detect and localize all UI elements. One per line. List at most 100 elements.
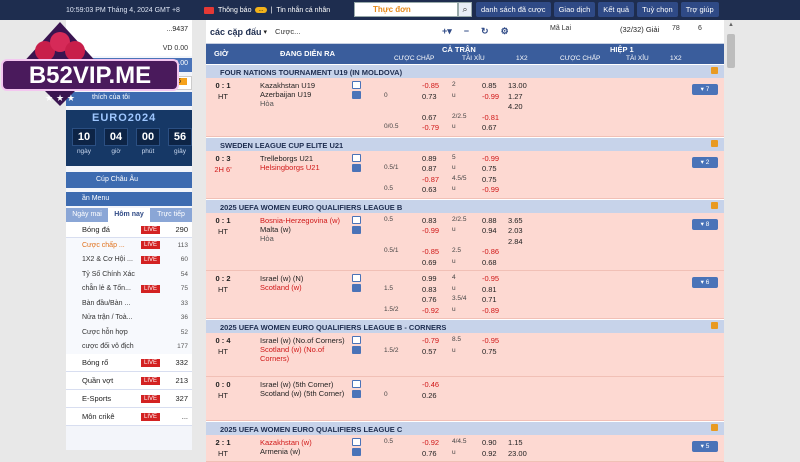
sub-1x2[interactable]: 1X2 & Cơ Hội ... LIVE 60 bbox=[66, 252, 192, 267]
scroll-up-icon[interactable]: ▲ bbox=[728, 22, 734, 28]
tab-live[interactable]: Trực tiếp bbox=[150, 208, 192, 222]
tv-icon[interactable] bbox=[352, 225, 361, 234]
odds-cell[interactable]: -0.99 bbox=[482, 154, 499, 163]
odds-cell[interactable]: -0.92 bbox=[422, 438, 439, 447]
odds-cell[interactable]: 0.75 bbox=[482, 347, 497, 356]
sub-outright[interactable]: cược đối vô địch 177 bbox=[66, 339, 192, 354]
star-icon[interactable] bbox=[711, 67, 718, 74]
sub-parlay[interactable]: Cược hỗn hợp 52 bbox=[66, 325, 192, 340]
star-icon[interactable] bbox=[711, 322, 718, 329]
sport-football[interactable]: Bóng đá LIVE 290 bbox=[66, 222, 192, 238]
tab-today[interactable]: Hôm nay bbox=[108, 208, 150, 222]
notice-link[interactable]: Thông báo ... | Tin nhắn cá nhân bbox=[204, 6, 330, 14]
odds-cell[interactable]: -0.99 bbox=[422, 226, 439, 235]
stats-icon[interactable] bbox=[352, 336, 361, 344]
sport-cricket[interactable]: Môn crikê LIVE... bbox=[66, 408, 192, 426]
odds-cell[interactable]: -0.89 bbox=[482, 306, 499, 315]
odds-cell[interactable]: 0.85 bbox=[482, 81, 497, 90]
menu-search-input[interactable]: Thực đơn bbox=[354, 2, 458, 17]
star-icon[interactable] bbox=[711, 424, 718, 431]
filter-icon[interactable]: ⚙ bbox=[501, 26, 509, 37]
nav-options[interactable]: Tuỳ chọn bbox=[637, 2, 678, 17]
odds-cell[interactable]: -0.85 bbox=[422, 81, 439, 90]
sub-odd-even[interactable]: chẵn lẻ & Tổn... LIVE 75 bbox=[66, 281, 192, 296]
odds-cell[interactable]: 0.71 bbox=[482, 295, 497, 304]
odds-cell[interactable]: 0.83 bbox=[422, 216, 437, 225]
more-markets-button[interactable]: ▾ 7 bbox=[692, 84, 718, 95]
tv-icon[interactable] bbox=[352, 284, 361, 292]
odds-cell[interactable]: -0.46 bbox=[422, 380, 439, 389]
tv-icon[interactable] bbox=[352, 163, 361, 172]
sub-correct-score[interactable]: Tỷ Số Chính Xác 54 bbox=[66, 267, 192, 282]
odds-cell[interactable]: 0.73 bbox=[422, 92, 437, 101]
nav-transactions[interactable]: Giao dịch bbox=[553, 2, 596, 17]
euro-cup-link[interactable]: Cúp Châu Âu bbox=[66, 172, 192, 188]
odds-cell[interactable]: -0.86 bbox=[482, 247, 499, 256]
odds-cell[interactable]: 4.20 bbox=[508, 102, 523, 111]
odds-cell[interactable]: 0.87 bbox=[422, 164, 437, 173]
odds-cell[interactable]: 0.75 bbox=[482, 164, 497, 173]
league-header[interactable]: FOUR NATIONS TOURNAMENT U19 (IN MOLDOVA) bbox=[206, 64, 724, 78]
bet-type-select[interactable]: Cược... bbox=[275, 27, 300, 36]
odds-cell[interactable]: -0.79 bbox=[422, 123, 439, 132]
sub-half-full[interactable]: Nửa trận / Toà... 36 bbox=[66, 310, 192, 325]
nav-bet-list[interactable]: danh sách đã cược bbox=[476, 2, 551, 17]
odds-cell[interactable]: 1.15 bbox=[508, 438, 523, 447]
odds-cell[interactable]: -0.79 bbox=[422, 336, 439, 345]
odds-cell[interactable]: 0.76 bbox=[422, 295, 437, 304]
odds-cell[interactable]: 0.83 bbox=[422, 285, 437, 294]
more-markets-button[interactable]: ▾ 6 bbox=[692, 277, 718, 288]
refresh-icon[interactable]: ↻ bbox=[481, 26, 489, 37]
odds-cell[interactable]: 0.68 bbox=[482, 258, 497, 267]
odds-cell[interactable]: 3.65 bbox=[508, 216, 523, 225]
sub-handicap[interactable]: Cược chấp ... LIVE 113 bbox=[66, 238, 192, 253]
sport-tennis[interactable]: Quần vợt LIVE 213 bbox=[66, 372, 192, 390]
tab-tomorrow[interactable]: Ngày mai bbox=[66, 208, 108, 222]
odds-cell[interactable]: 0.69 bbox=[422, 258, 437, 267]
minus-icon[interactable]: − bbox=[464, 26, 469, 37]
stats-icon[interactable] bbox=[352, 215, 361, 224]
more-markets-button[interactable]: ▾ 8 bbox=[692, 218, 718, 230]
star-icon[interactable] bbox=[711, 201, 718, 209]
sub-first-goal[interactable]: Bàn đầu/Bàn ... 33 bbox=[66, 296, 192, 311]
odds-cell[interactable]: 2.84 bbox=[508, 237, 523, 246]
nav-results[interactable]: Kết quả bbox=[598, 2, 635, 17]
league-header[interactable]: SWEDEN LEAGUE CUP ELITE U21 bbox=[206, 136, 724, 151]
favorite-count[interactable]: 6 bbox=[698, 25, 702, 32]
odds-cell[interactable]: -0.95 bbox=[482, 336, 499, 345]
stats-icon[interactable] bbox=[352, 438, 361, 446]
euro-countdown[interactable]: EURO2024 10 ngày 04 giờ 00 phút 56 giây bbox=[66, 110, 192, 166]
odds-cell[interactable]: -0.81 bbox=[482, 113, 499, 122]
odds-cell[interactable]: 0.88 bbox=[482, 216, 497, 225]
odds-cell[interactable]: 0.99 bbox=[422, 274, 437, 283]
message-link[interactable]: Tin nhắn cá nhân bbox=[276, 7, 330, 14]
odds-cell[interactable]: -0.99 bbox=[482, 92, 499, 101]
scroll-thumb[interactable] bbox=[727, 34, 735, 68]
nav-help[interactable]: Trợ giúp bbox=[680, 2, 719, 17]
odds-cell[interactable]: 0.63 bbox=[422, 185, 437, 194]
odds-cell[interactable]: 0.75 bbox=[482, 175, 497, 184]
odds-type-select[interactable]: Mã Lai bbox=[550, 25, 571, 32]
odds-cell[interactable]: 13.00 bbox=[508, 81, 527, 90]
tv-icon[interactable] bbox=[352, 91, 361, 99]
search-icon[interactable]: ⌕ bbox=[458, 2, 472, 17]
more-markets-button[interactable]: ▾ 2 bbox=[692, 156, 718, 168]
odds-cell[interactable]: 1.27 bbox=[508, 92, 523, 101]
stats-icon[interactable] bbox=[352, 153, 361, 162]
tv-icon[interactable] bbox=[352, 448, 361, 456]
league-header[interactable]: 2025 UEFA WOMEN EURO QUALIFIERS LEAGUE C bbox=[206, 421, 724, 435]
odds-cell[interactable]: 0.67 bbox=[422, 113, 437, 122]
odds-cell[interactable]: 0.81 bbox=[482, 285, 497, 294]
menu-header[interactable]: ần Menu bbox=[66, 192, 192, 206]
more-markets-button[interactable]: ▾ 5 bbox=[692, 441, 718, 452]
stats-icon[interactable] bbox=[352, 81, 361, 89]
stats-icon[interactable] bbox=[352, 274, 361, 282]
odds-cell[interactable]: 2.03 bbox=[508, 226, 523, 235]
stats-icon[interactable] bbox=[352, 380, 361, 388]
odds-cell[interactable]: 0.67 bbox=[482, 123, 497, 132]
odds-cell[interactable]: 0.57 bbox=[422, 347, 437, 356]
league-header[interactable]: 2025 UEFA WOMEN EURO QUALIFIERS LEAGUE B bbox=[206, 198, 724, 213]
league-header[interactable]: 2025 UEFA WOMEN EURO QUALIFIERS LEAGUE B… bbox=[206, 319, 724, 333]
odds-cell[interactable]: 0.26 bbox=[422, 391, 437, 400]
star-icon[interactable] bbox=[711, 139, 718, 147]
